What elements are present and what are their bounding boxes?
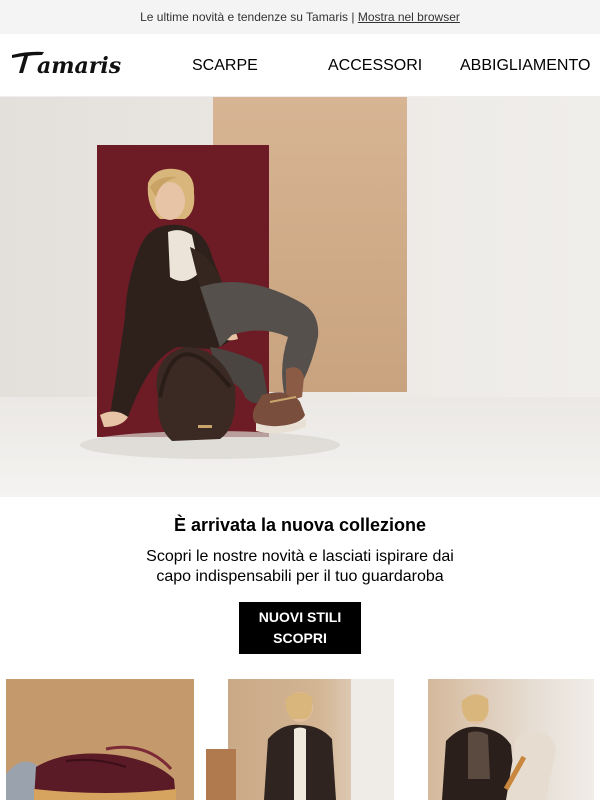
promo-subtext: Scopri le nostre novità e lasciati ispir… bbox=[146, 548, 454, 585]
tamaris-logo[interactable]: amaris bbox=[10, 46, 142, 82]
tamaris-logo-icon: amaris bbox=[12, 51, 121, 79]
model-outfit-image bbox=[406, 679, 556, 800]
nav-item-scarpe[interactable]: SCARPE bbox=[192, 34, 258, 96]
svg-text:amaris: amaris bbox=[37, 53, 121, 79]
model-figure bbox=[80, 168, 340, 459]
preheader-bar: Le ultime novità e tendenze su Tamaris |… bbox=[0, 0, 600, 34]
product-tile-outfit[interactable] bbox=[406, 679, 594, 800]
new-styles-button[interactable]: NUOVI STILI SCOPRI bbox=[239, 602, 361, 654]
product-tile-jacket[interactable] bbox=[206, 679, 394, 800]
promo-section: È arrivata la nuova collezione Scopri le… bbox=[0, 497, 600, 677]
preheader-text: Le ultime novità e tendenze su Tamaris | bbox=[140, 10, 355, 24]
sneaker-closeup-image bbox=[6, 679, 194, 800]
view-in-browser-link[interactable]: Mostra nel browser bbox=[358, 10, 460, 24]
header-nav: amaris SCARPE ACCESSORI ABBIGLIAMENTO bbox=[0, 34, 600, 97]
model-jacket-image bbox=[206, 679, 394, 800]
new-styles-button-label: NUOVI STILI SCOPRI bbox=[258, 609, 342, 646]
nav-item-accessori[interactable]: ACCESSORI bbox=[328, 34, 422, 96]
nav-item-abbigliamento[interactable]: ABBIGLIAMENTO bbox=[460, 34, 590, 96]
promo-headline: È arrivata la nuova collezione bbox=[173, 515, 427, 535]
hero-image[interactable] bbox=[0, 97, 600, 497]
product-tile-sneaker[interactable] bbox=[6, 679, 194, 800]
